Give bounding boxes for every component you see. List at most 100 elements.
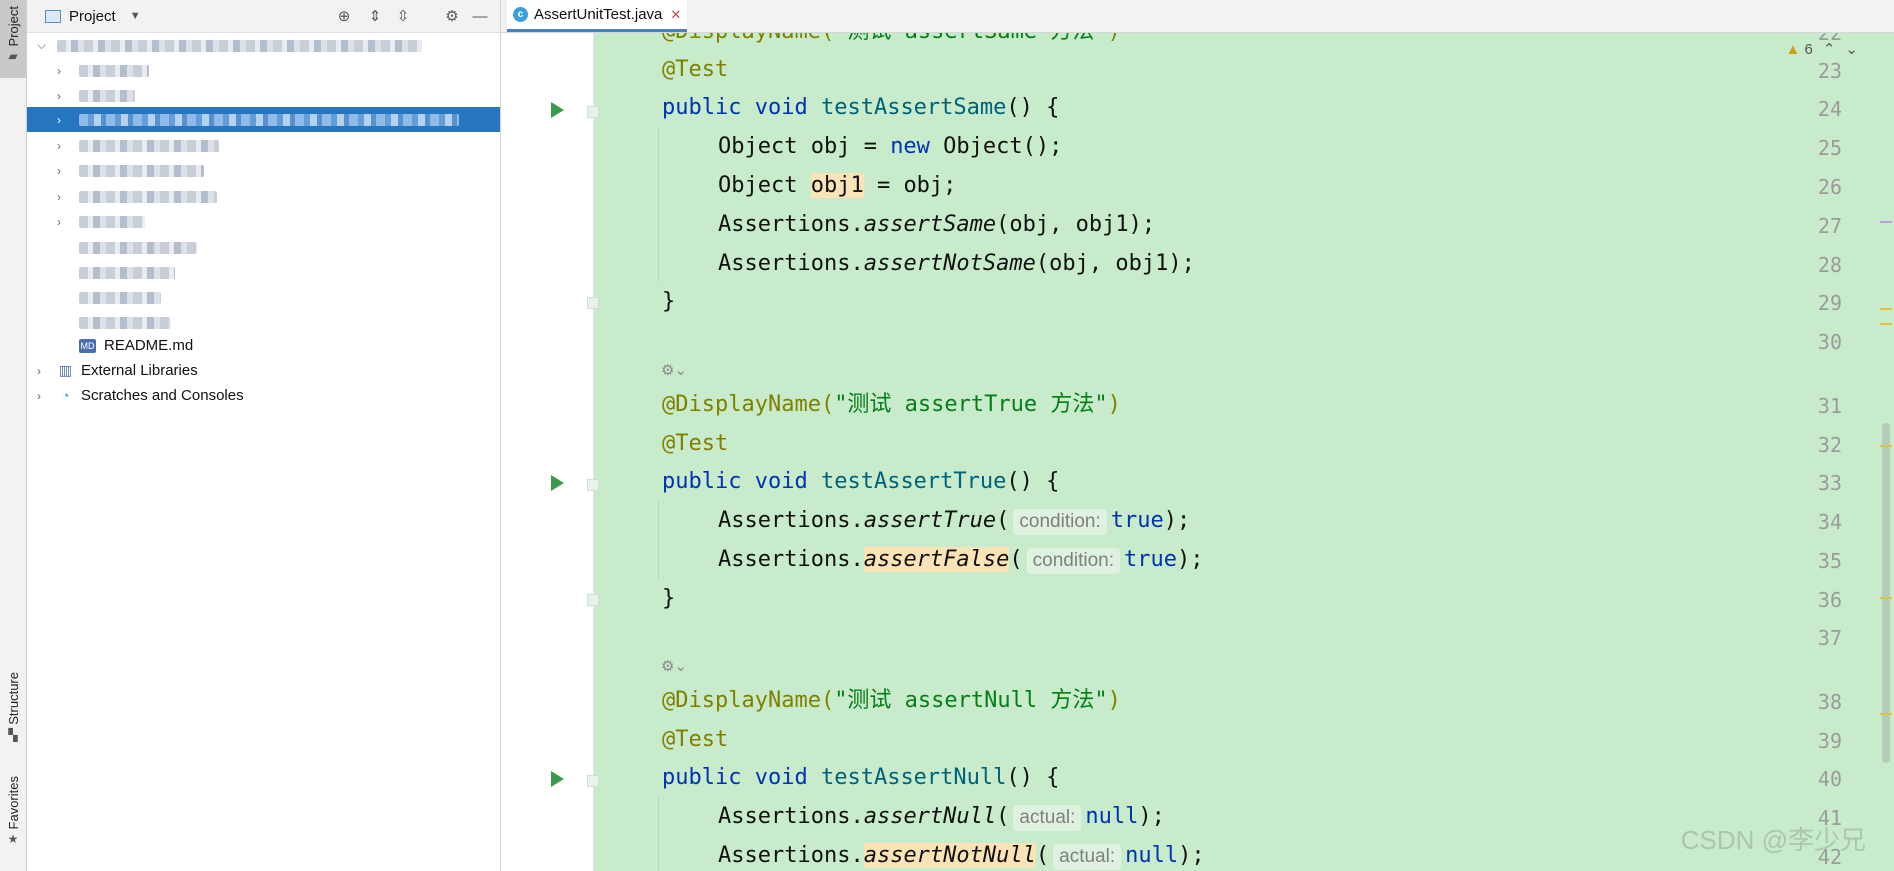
markdown-file-icon: MD [79,338,96,353]
code-line[interactable]: Object obj = new Object(); [718,132,1062,162]
code-line[interactable]: @Test [662,429,728,459]
line-number: 34 [1817,510,1842,534]
tree-row-external-libraries[interactable]: › ▥ External Libraries [27,358,500,383]
line-number: 30 [1817,330,1842,354]
fold-marker[interactable] [587,106,599,118]
stripe-mark[interactable] [1880,323,1892,325]
code-line[interactable]: @Test [662,55,728,85]
warning-indicator[interactable]: ▲ 6 [1785,41,1812,58]
collapse-all-icon[interactable]: ⇳ [393,6,413,26]
code-line[interactable]: @DisplayName("测试 assertNull 方法") [662,686,1121,716]
blurred-item-name [79,113,459,126]
blurred-item-name [79,164,204,177]
code-line[interactable]: } [662,287,675,317]
code-line[interactable]: public void testAssertSame() { [662,93,1059,123]
editor-tab-active[interactable]: c AssertUnitTest.java ✕ [507,0,688,32]
tree-row-root[interactable]: ⌵ [27,33,500,58]
chevron-right-icon[interactable]: › [37,389,41,403]
scratches-label: Scratches and Consoles [81,387,244,404]
stripe-mark[interactable] [1880,597,1892,599]
expand-all-icon[interactable]: ⇕ [365,6,385,26]
blurred-item-name [79,316,171,329]
project-tool-label: Project [5,6,21,47]
blurred-item-name [79,266,175,279]
structure-tool-tab[interactable]: Structure ▚ [0,672,26,742]
tree-row-readme[interactable]: MD README.md [27,333,500,358]
project-tool-tab[interactable]: Project ▰ [0,0,26,78]
code-line[interactable]: @DisplayName("测试 assertSame 方法") [662,33,1121,47]
close-icon[interactable]: ✕ [670,7,681,23]
inspection-widget[interactable]: ▲ 6 ⌃ ⌄ [1785,40,1858,59]
chevron-right-icon[interactable]: › [57,64,61,78]
chevron-right-icon[interactable]: › [57,164,61,178]
run-test-icon[interactable] [551,102,564,118]
tree-row[interactable]: › [27,83,500,108]
tree-row[interactable] [27,285,500,310]
code-line[interactable]: Object obj1 = obj; [718,171,956,201]
chevron-right-icon[interactable]: › [57,89,61,103]
chevron-right-icon[interactable]: › [57,139,61,153]
code-line[interactable]: Assertions.assertSame(obj, obj1); [718,210,1155,240]
code-line[interactable]: public void testAssertNull() { [662,763,1059,793]
chevron-down-icon[interactable]: ⌄ [1845,40,1858,58]
fold-marker[interactable] [587,775,599,787]
run-test-icon[interactable] [551,475,564,491]
tree-row[interactable]: › [27,184,500,209]
gear-icon[interactable]: ⚙ [442,6,462,26]
run-test-icon[interactable] [551,771,564,787]
stripe-mark[interactable] [1880,713,1892,715]
tree-row[interactable]: › [27,209,500,234]
tree-row-scratches[interactable]: › ◔ Scratches and Consoles [27,383,500,408]
line-number: 24 [1817,97,1842,121]
code-line[interactable]: Assertions.assertFalse(condition: true); [718,545,1203,575]
chevron-right-icon[interactable]: › [57,113,61,127]
fold-marker[interactable] [587,297,599,309]
error-stripe[interactable] [1880,33,1894,871]
indent-guide [658,127,659,282]
inlay-settings-icon[interactable]: ⚙⌄ [661,657,687,675]
inlay-settings-icon[interactable]: ⚙⌄ [661,361,687,379]
blurred-item-name [79,89,135,102]
code-line[interactable]: @Test [662,725,728,755]
code-line[interactable]: } [662,584,675,614]
indent-guide [658,797,659,871]
blurred-root-name [57,39,422,52]
line-number: 32 [1817,433,1842,457]
code-line[interactable]: @DisplayName("测试 assertTrue 方法") [662,390,1121,420]
code-line[interactable]: public void testAssertTrue() { [662,467,1059,497]
tree-row[interactable]: › [27,58,500,83]
tree-row[interactable] [27,235,500,260]
tree-row[interactable] [27,310,500,335]
scrollbar-thumb[interactable] [1882,423,1890,763]
line-number: 26 [1817,175,1842,199]
blurred-item-name [79,291,161,304]
tree-row-selected[interactable]: › [27,107,500,132]
chevron-right-icon[interactable]: › [57,215,61,229]
project-panel-title[interactable]: Project [69,8,116,25]
code-line[interactable]: Assertions.assertNotSame(obj, obj1); [718,249,1195,279]
line-number: 40 [1817,767,1842,791]
chevron-right-icon[interactable]: › [37,364,41,378]
project-panel-header: Project ▼ ⊕ ⇕ ⇳ ⚙ — [27,0,500,33]
stripe-mark[interactable] [1880,221,1892,223]
fold-marker[interactable] [587,479,599,491]
gutter [501,33,594,871]
chevron-down-icon[interactable]: ▼ [130,10,141,22]
tree-row[interactable]: › [27,158,500,183]
chevron-up-icon[interactable]: ⌃ [1823,40,1836,58]
tree-row[interactable] [27,260,500,285]
chevron-down-icon[interactable]: ⌵ [37,38,46,53]
stripe-mark[interactable] [1880,308,1892,310]
stripe-mark[interactable] [1880,445,1892,447]
favorites-tool-tab[interactable]: Favorites ★ [0,776,26,846]
fold-marker[interactable] [587,594,599,606]
locate-target-icon[interactable]: ⊕ [334,6,354,26]
code-area[interactable]: 22 23 24 25 26 27 28 29 30 31 32 33 34 3… [501,33,1894,871]
chevron-right-icon[interactable]: › [57,190,61,204]
code-line[interactable]: Assertions.assertTrue(condition: true); [718,506,1190,536]
minimize-icon[interactable]: — [470,6,490,26]
code-line[interactable]: Assertions.assertNull(actual: null); [718,802,1165,832]
tree-row[interactable]: › [27,133,500,158]
folder-icon: ▰ [8,49,18,64]
code-line[interactable]: Assertions.assertNotNull(actual: null); [718,841,1205,871]
